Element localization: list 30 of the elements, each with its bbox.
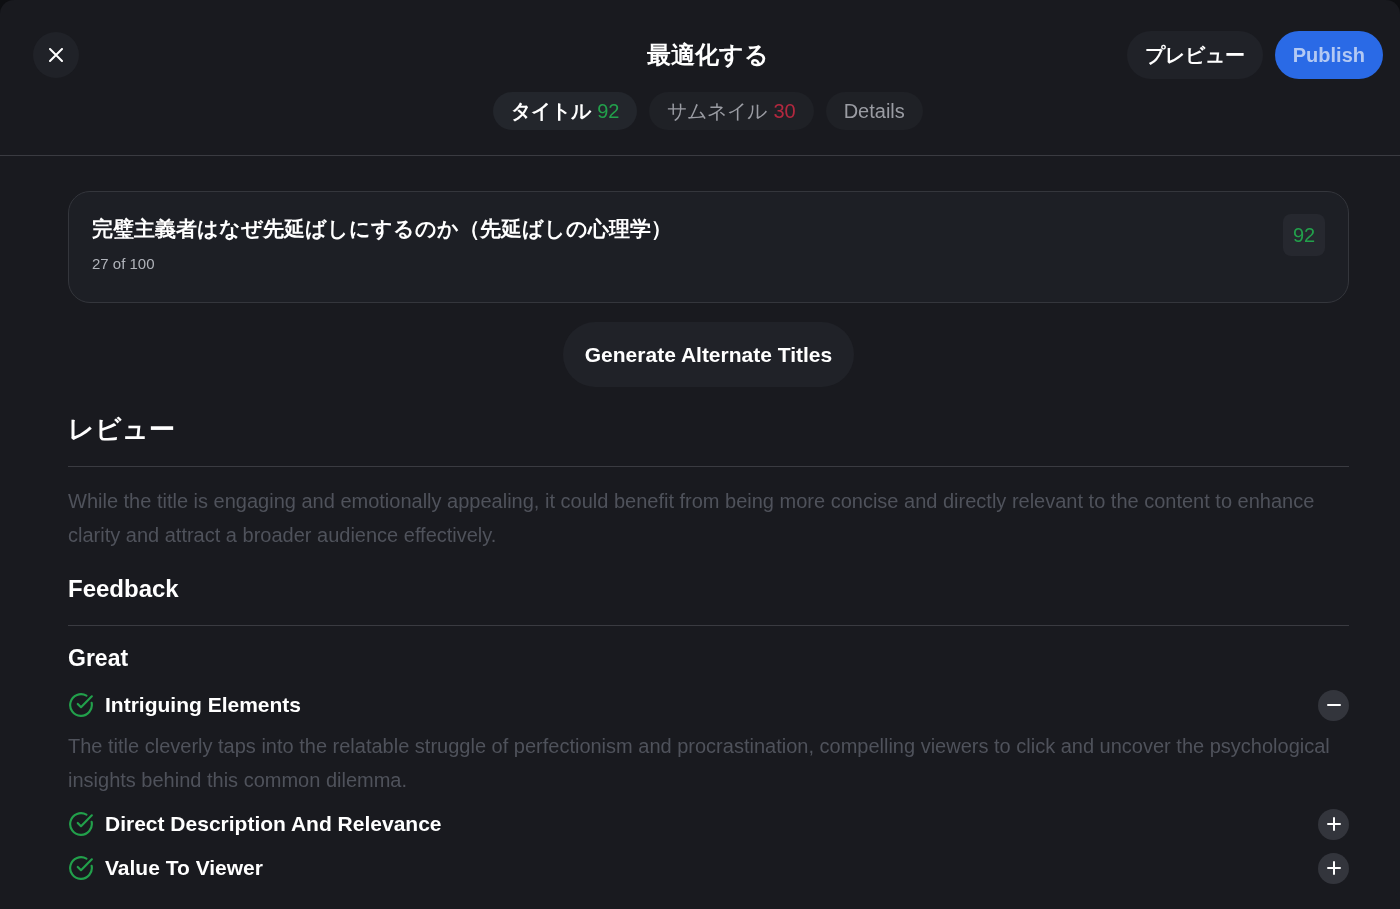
feedback-item-title: Intriguing Elements: [105, 693, 302, 717]
video-title: 完璧主義者はなぜ先延ばしにするのか（先延ばしの心理学）: [92, 216, 672, 243]
character-counter: 27 of 100: [92, 254, 156, 274]
check-circle-icon: [68, 811, 94, 837]
group-heading: Great: [68, 644, 130, 672]
tab[interactable]: Details: [825, 92, 923, 130]
tab[interactable]: タイトル 92: [493, 92, 638, 130]
preview-button[interactable]: プレビュー: [1126, 31, 1263, 79]
review-text: While the title is engaging and emotionally appealing, it could benefit from being more concise and directly relevant to the content to enhance clarity and attract a broader audience effectively.: [68, 489, 1316, 548]
collapse-button[interactable]: [1318, 689, 1349, 721]
close-icon: [49, 48, 63, 62]
feedback-item-title: Value To Viewer: [105, 856, 264, 880]
check-circle-icon: [68, 692, 94, 718]
plus-icon: [1326, 817, 1341, 831]
tab[interactable]: サムネイル 30: [649, 92, 814, 130]
feedback-item-description: The title cleverly taps into the relatable struggle of perfectionism and procrastination, compelling viewers to click and uncover the psychological insights behind this common dilemma.: [68, 734, 1331, 793]
feedback-item-title: Direct Description And Relevance: [105, 812, 443, 836]
generate-titles-button[interactable]: Generate Alternate Titles: [562, 322, 855, 387]
plus-icon: [1326, 861, 1341, 875]
section-heading: Feedback: [68, 574, 180, 604]
expand-button[interactable]: [1318, 808, 1349, 840]
tab-score: 92: [597, 99, 620, 123]
minus-icon: [1326, 704, 1341, 706]
score-badge: 92: [1283, 214, 1325, 256]
check-circle-icon: [68, 855, 94, 881]
expand-button[interactable]: [1318, 852, 1349, 884]
tab-score: 30: [773, 99, 796, 123]
close-button[interactable]: [33, 32, 79, 78]
section-heading: レビュー: [68, 413, 176, 446]
page-title: 最適化する: [647, 40, 769, 70]
